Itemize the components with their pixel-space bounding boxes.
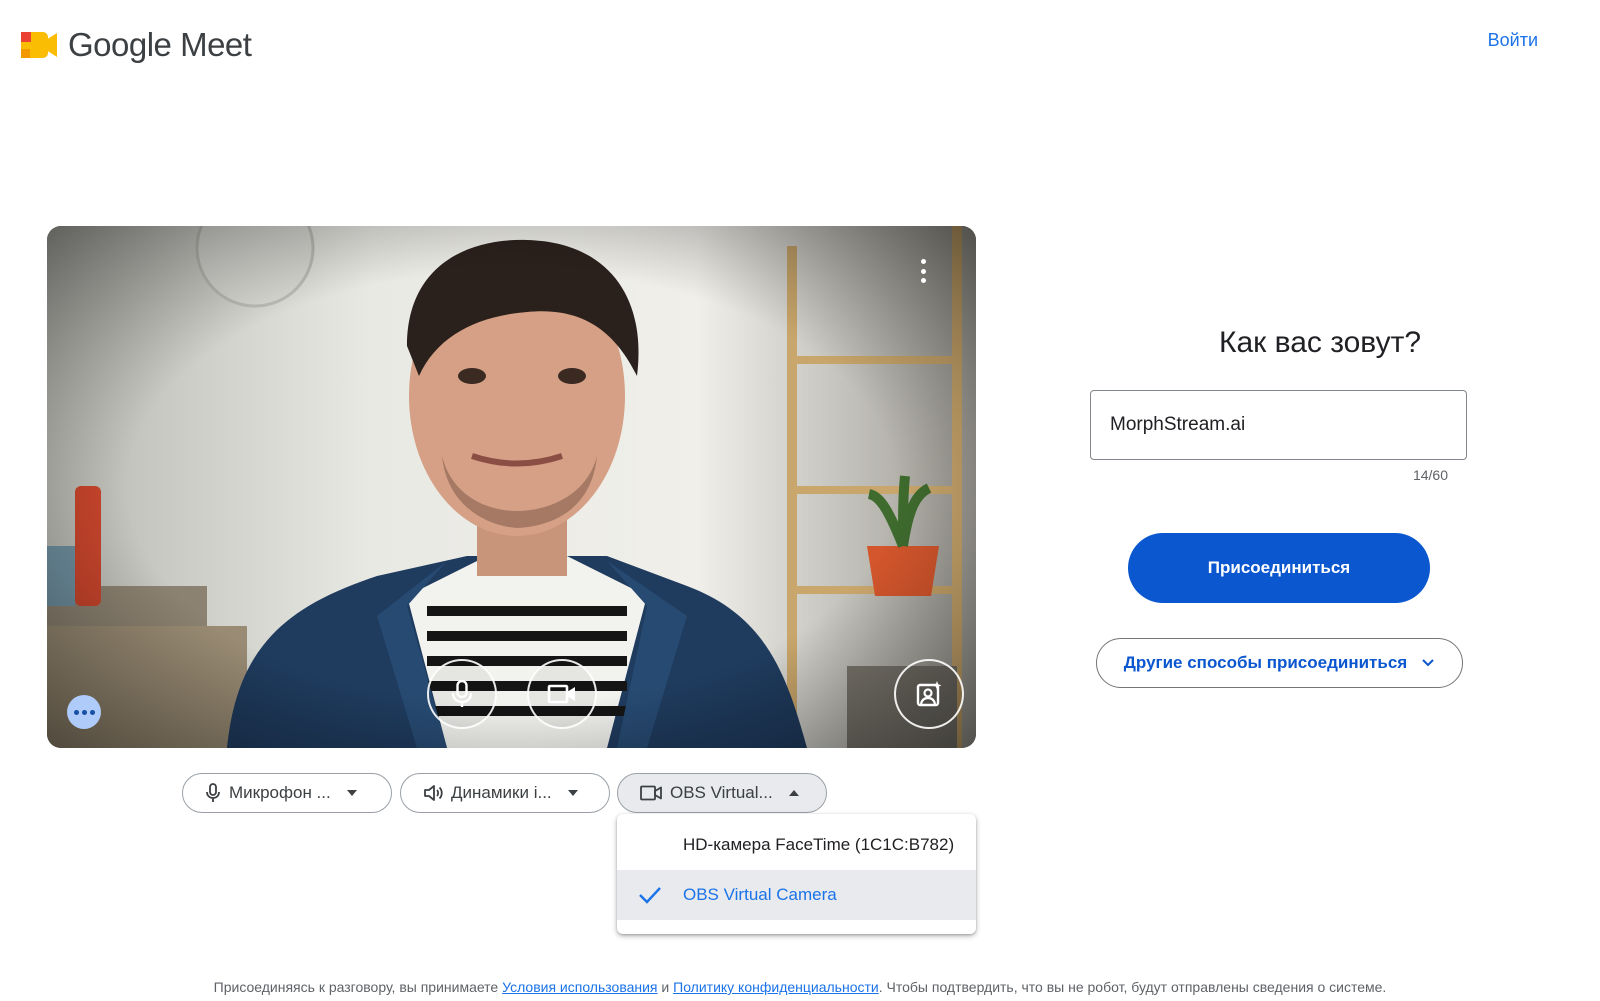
sign-in-link[interactable]: Войти [1488,30,1538,51]
app-name: Google Meet [68,26,252,63]
chevron-up-icon [788,790,799,796]
speakers-select-label: Динамики i... [451,783,552,802]
microphone-select-label: Микрофон ... [229,783,331,802]
other-join-options-label: Другие способы присоединиться [1123,653,1408,672]
mic-toggle-button[interactable] [427,659,497,729]
camera-toggle-button[interactable] [527,659,597,729]
privacy-link[interactable]: Политику конфиденциальности [673,979,879,995]
video-more-options-icon[interactable] [913,257,933,285]
camera-preview-image [47,226,976,748]
footer-disclaimer: Присоединяясь к разговору, вы принимаете… [0,979,1600,995]
footer-text-after: . Чтобы подтвердить, что вы не робот, бу… [878,979,1387,995]
chevron-down-icon [1422,659,1434,667]
camera-option-facetime[interactable]: HD-камера FaceTime (1C1C:B782) [617,820,976,870]
camera-menu: HD-камера FaceTime (1C1C:B782) OBS Virtu… [617,814,976,934]
microphone-icon [451,679,473,707]
visual-effects-button[interactable] [67,695,101,729]
chevron-down-icon [567,790,578,796]
footer-and: и [657,979,674,995]
footer-text-before: Присоединяясь к разговору, вы принимаете [213,979,503,995]
speakers-select[interactable]: Динамики i... [400,773,610,813]
camera-option-label: OBS Virtual Camera [683,885,837,904]
camera-option-obs[interactable]: OBS Virtual Camera [617,870,976,920]
video-camera-icon [640,785,662,801]
speaker-icon [424,785,443,801]
video-preview [47,226,976,748]
camera-option-label: HD-камера FaceTime (1C1C:B782) [683,835,955,854]
microphone-select[interactable]: Микрофон ... [182,773,392,813]
name-prompt-title: Как вас зовут? [1218,326,1422,359]
google-meet-logo: Google Meet [20,26,252,64]
portrait-sparkle-icon [916,681,942,707]
other-join-options-button[interactable]: Другие способы присоединиться [1096,638,1463,688]
video-camera-icon [547,684,575,704]
camera-select[interactable]: OBS Virtual... [617,773,827,813]
meet-logo-icon [21,32,57,58]
backgrounds-effects-button[interactable] [894,659,964,729]
chevron-down-icon [346,790,357,796]
char-counter: 14/60 [1412,467,1448,483]
camera-select-label: OBS Virtual... [670,783,773,802]
microphone-icon [206,783,220,802]
name-input[interactable] [1090,390,1467,460]
check-icon [639,887,661,904]
join-button[interactable]: Присоединиться [1128,533,1430,603]
terms-link[interactable]: Условия использования [502,979,657,995]
